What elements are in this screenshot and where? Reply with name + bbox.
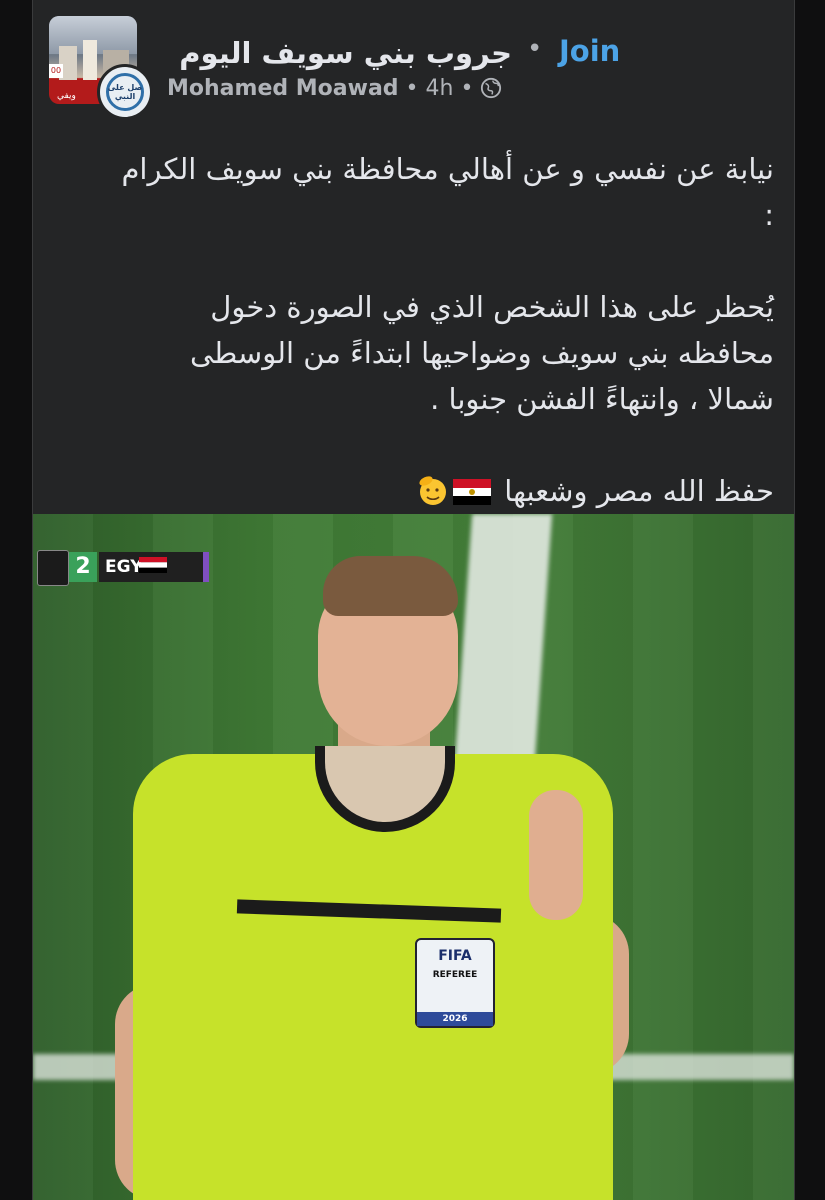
- thumb-building: [83, 40, 97, 80]
- thumb-strip-text: ويفي: [57, 91, 76, 101]
- separator-dot: •: [460, 76, 481, 101]
- post-line: :: [764, 198, 774, 232]
- separator-dot: •: [527, 34, 543, 64]
- post-line: شمالا ، وانتهاءً الفشن جنوبا .: [430, 382, 774, 416]
- post-line-with-emoji: حفظ الله مصر وشعبها: [74, 468, 774, 514]
- scorebug: 2 EGY: [37, 550, 209, 586]
- post-photo[interactable]: 2 EGY FIFA REFEREE 2026: [33, 514, 794, 1200]
- badge-title: FIFA: [438, 948, 472, 964]
- post-line: نيابة عن نفسي و عن أهالي محافظة بني سويف…: [121, 152, 774, 186]
- post-meta: Mohamed Moawad • 4h •: [167, 76, 502, 101]
- thumb-badge: 00: [49, 64, 63, 78]
- post-line: حفظ الله مصر وشعبها: [504, 474, 774, 508]
- post-body: نيابة عن نفسي و عن أهالي محافظة بني سويف…: [74, 146, 774, 514]
- post-line: يُحظر على هذا الشخص الذي في الصورة دخول: [210, 290, 774, 324]
- badge-sub: REFEREE: [432, 970, 478, 980]
- author-avatar[interactable]: صل على النبي: [97, 64, 153, 120]
- referee-hand: [529, 790, 583, 920]
- separator-dot: •: [405, 76, 426, 101]
- post-timestamp[interactable]: 4h: [426, 76, 454, 101]
- avatar-text: صل على النبي: [107, 83, 143, 101]
- fifa-referee-badge: FIFA REFEREE 2026: [415, 938, 495, 1028]
- join-button[interactable]: Join: [559, 34, 620, 68]
- group-name-link[interactable]: جروب بني سويف اليوم: [179, 36, 512, 70]
- saluting-face-icon: [419, 476, 447, 505]
- badge-year: 2026: [417, 1012, 493, 1026]
- egypt-flag-icon: [453, 479, 492, 505]
- author-name-link[interactable]: Mohamed Moawad: [167, 76, 399, 101]
- globe-icon: [481, 77, 502, 99]
- egypt-flag-icon: [139, 557, 167, 573]
- referee-hair: [323, 556, 458, 616]
- score: 2: [69, 552, 97, 582]
- post-line: محافظه بني سويف وضواحيها ابتداءً من الوس…: [189, 336, 774, 370]
- trophy-icon: [37, 550, 69, 586]
- post-card: 00 ويفي صل على النبي جروب بني سويف اليوم…: [32, 0, 795, 1200]
